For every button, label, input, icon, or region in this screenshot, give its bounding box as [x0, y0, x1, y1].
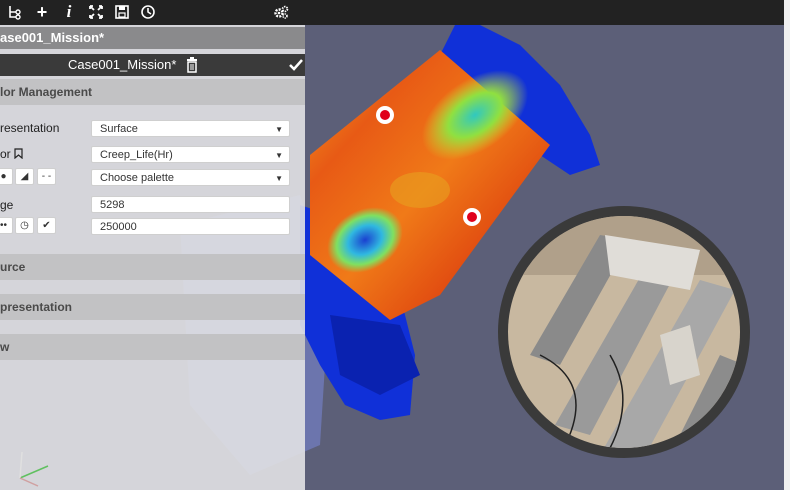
settings-icon[interactable]: [272, 3, 290, 21]
range-min-input[interactable]: 5298: [91, 196, 290, 213]
vertical-scrollbar[interactable]: [784, 0, 790, 493]
main-toolbar: + i: [0, 0, 784, 25]
section-view[interactable]: w: [0, 334, 305, 360]
dash-icon[interactable]: - -: [37, 168, 56, 185]
drop-icon[interactable]: ●: [0, 168, 13, 185]
pipeline-name: Case001_Mission*: [68, 57, 177, 72]
fullscreen-icon[interactable]: [87, 3, 105, 21]
color-value: Creep_Life(Hr): [100, 149, 173, 161]
color-select[interactable]: Creep_Life(Hr) ▼: [91, 146, 290, 163]
pipeline-panel: ase001_Mission* Case001_Mission* lor Man…: [0, 25, 305, 490]
range-max-input[interactable]: 250000: [91, 218, 290, 235]
section-color-management[interactable]: lor Management: [0, 79, 305, 105]
color-label: or: [0, 147, 23, 161]
axes-orientation-icon: [19, 451, 49, 487]
pipeline-icon[interactable]: [6, 3, 24, 21]
save-icon[interactable]: [113, 3, 131, 21]
caret-down-icon: ▼: [275, 125, 283, 134]
apply-check-icon[interactable]: ✔: [37, 217, 56, 234]
clock-icon[interactable]: ◷: [15, 217, 34, 234]
palette-value: Choose palette: [100, 172, 174, 184]
section-representation[interactable]: presentation: [0, 294, 305, 320]
representation-label: resentation: [0, 121, 60, 135]
add-icon[interactable]: +: [33, 3, 51, 21]
bookmark-icon[interactable]: [14, 148, 23, 160]
representation-select[interactable]: Surface ▼: [91, 120, 290, 137]
caret-down-icon: ▼: [275, 174, 283, 183]
info-icon[interactable]: i: [60, 3, 78, 21]
panel-title: ase001_Mission*: [0, 27, 305, 49]
history-icon[interactable]: [139, 3, 157, 21]
caret-down-icon: ▼: [275, 151, 283, 160]
trash-icon[interactable]: [186, 57, 198, 73]
check-icon[interactable]: [289, 57, 303, 73]
ramp-icon[interactable]: ◢: [15, 168, 34, 185]
range-label: ge: [0, 198, 14, 212]
representation-value: Surface: [100, 123, 138, 135]
section-source[interactable]: urce: [0, 254, 305, 280]
pipeline-item[interactable]: Case001_Mission*: [0, 54, 305, 76]
more-icon[interactable]: ••: [0, 217, 13, 234]
palette-select[interactable]: Choose palette ▼: [91, 169, 290, 186]
